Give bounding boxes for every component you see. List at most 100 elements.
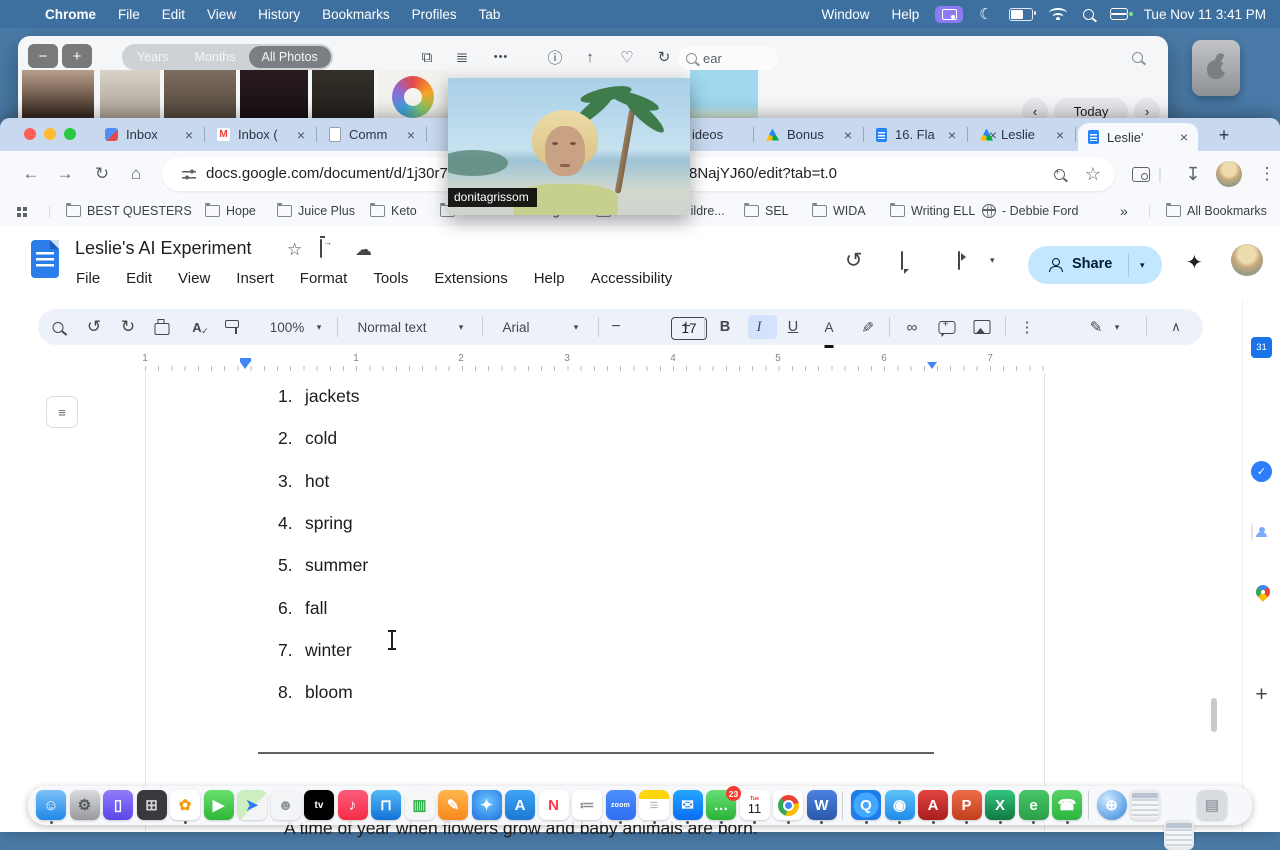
close-tab-icon[interactable]: × — [1056, 127, 1064, 143]
underline-button[interactable]: U — [788, 309, 798, 345]
search-menus-icon[interactable] — [52, 309, 64, 345]
wifi-icon[interactable] — [1048, 7, 1067, 21]
menu-profiles[interactable]: Profiles — [412, 7, 457, 22]
video-call-overlay[interactable]: donitagrissom — [448, 78, 690, 215]
menu-file[interactable]: File — [118, 7, 140, 22]
close-tab-icon[interactable]: × — [407, 127, 415, 143]
dock-whatsapp[interactable]: ☎ — [1052, 790, 1082, 820]
downloads-icon[interactable]: ↧ — [1180, 161, 1206, 187]
menu-bar-clock[interactable]: Tue Nov 11 3:41 PM — [1144, 7, 1266, 22]
docs-logo-icon[interactable] — [31, 240, 59, 278]
dock-excel[interactable]: X — [985, 790, 1015, 820]
browser-tab-comm[interactable]: Comm × — [319, 118, 425, 151]
battery-icon[interactable] — [1008, 7, 1036, 21]
dock-safari[interactable]: ✦ — [471, 790, 502, 820]
chrome-menu-icon[interactable]: ⋮ — [1254, 161, 1280, 187]
calendar-icon[interactable]: 31 — [1251, 337, 1272, 358]
screen-mirroring-icon[interactable] — [935, 5, 964, 23]
dock-pages[interactable]: ✎ — [438, 790, 468, 820]
comments-icon[interactable] — [901, 251, 903, 270]
bookmark-best-questers[interactable]: BEST QUESTERS — [66, 197, 192, 225]
document-tabs-button[interactable]: ≡ — [46, 396, 78, 428]
back-button[interactable]: ← — [18, 161, 44, 187]
dock-trash[interactable]: ▤ — [1197, 790, 1227, 820]
document-title[interactable]: Leslie's AI Experiment — [75, 238, 252, 259]
share-caret-icon[interactable]: ▾ — [1140, 260, 1145, 271]
dock-system-settings[interactable]: ⚙ — [69, 790, 100, 820]
bookmark-juice-plus[interactable]: Juice Plus — [277, 197, 355, 225]
gemini-sparkle-icon[interactable]: ✦ — [1186, 250, 1203, 275]
highlight-color-icon[interactable]: ✎ — [849, 321, 885, 334]
dock-photo-booth[interactable]: ◉ — [884, 790, 915, 820]
photos-segment-all-photos[interactable]: All Photos — [248, 46, 331, 68]
redo-icon[interactable]: ↻ — [121, 309, 135, 345]
photos-share-icon[interactable]: ↑ — [579, 46, 601, 68]
list-item-text[interactable]: winter — [305, 640, 352, 661]
dock-iphone-mirroring[interactable]: ▯ — [103, 790, 133, 820]
browser-tab-bonus[interactable]: Bonus × — [756, 118, 862, 151]
paint-format-icon[interactable] — [225, 309, 239, 345]
close-tab-icon[interactable]: × — [948, 127, 956, 143]
list-item-text[interactable]: cold — [305, 428, 337, 449]
dock-mail[interactable]: ✉ — [672, 790, 703, 820]
insert-link-icon[interactable]: ∞ — [907, 309, 918, 345]
docs-menu-file[interactable]: File — [76, 270, 100, 287]
browser-tab-inbox[interactable]: M Inbox (× — [207, 118, 315, 151]
close-tab-icon[interactable]: × — [844, 127, 852, 143]
photos-favorite-icon[interactable]: ♡ — [616, 46, 638, 68]
bookmark-hope[interactable]: Hope — [205, 197, 256, 225]
print-icon[interactable] — [154, 309, 170, 345]
star-document-icon[interactable]: ☆ — [287, 240, 302, 260]
dock-apple-tv[interactable]: tv — [304, 790, 334, 820]
bookmark-sel[interactable]: SEL — [744, 197, 789, 225]
close-tab-icon[interactable]: × — [1180, 129, 1188, 145]
dock-minimized-window-1[interactable] — [1130, 790, 1160, 820]
docs-menu-extensions[interactable]: Extensions — [434, 270, 507, 287]
photos-segment-years[interactable]: Years — [124, 46, 182, 68]
reload-button[interactable]: ↻ — [89, 161, 115, 187]
add-comment-icon[interactable] — [938, 309, 956, 345]
italic-button[interactable]: I — [757, 309, 762, 345]
share-button[interactable]: Share ▾ — [1028, 246, 1162, 284]
photos-view-options-icon[interactable]: ≣ — [451, 46, 473, 68]
bookmark-keto[interactable]: Keto — [370, 197, 417, 225]
text-color-button[interactable]: A — [824, 309, 834, 348]
dock-reminders[interactable]: ≔ — [572, 790, 602, 820]
menu-history[interactable]: History — [258, 7, 300, 22]
forward-button[interactable]: → — [52, 161, 78, 187]
list-item-text[interactable]: bloom — [305, 682, 353, 703]
decrease-font-size-button[interactable]: − — [611, 309, 620, 345]
increase-font-size-button[interactable]: + — [681, 309, 690, 345]
hide-menus-chevron-icon[interactable]: ∧ — [1171, 309, 1181, 345]
dock-network-globe[interactable]: ⊕ — [1096, 790, 1127, 820]
photos-search-icon[interactable] — [1126, 46, 1148, 68]
browser-tab-inbox[interactable]: Inbox × — [95, 118, 203, 151]
docs-profile-avatar[interactable] — [1231, 244, 1263, 276]
menu-bookmarks[interactable]: Bookmarks — [322, 7, 390, 22]
dock-facetime[interactable]: ▶ — [203, 790, 234, 820]
bookmark-wida[interactable]: WIDA — [812, 197, 866, 225]
dock-powerpoint[interactable]: P — [951, 790, 982, 820]
docs-menu-format[interactable]: Format — [300, 270, 348, 287]
all-bookmarks-folder[interactable]: All Bookmarks — [1166, 197, 1267, 225]
close-tab-icon[interactable]: × — [297, 127, 305, 143]
desktop-apple-tile[interactable] — [1192, 40, 1240, 96]
dock-launchpad[interactable]: ⊞ — [136, 790, 167, 820]
scrollbar-thumb[interactable] — [1211, 698, 1217, 732]
tasks-icon[interactable]: ✓ — [1251, 461, 1272, 482]
get-addons-plus-icon[interactable]: + — [1251, 683, 1272, 706]
dock-news[interactable]: N — [538, 790, 569, 820]
move-to-folder-icon[interactable] — [320, 239, 322, 258]
focus-moon-icon[interactable]: ☾ — [979, 5, 992, 23]
bookmarks-overflow-chevron[interactable]: » — [1120, 197, 1128, 225]
menu-view[interactable]: View — [207, 7, 236, 22]
bookmark-star-icon[interactable]: ☆ — [1080, 161, 1106, 187]
video-call-icon[interactable] — [958, 251, 960, 270]
dock-chrome[interactable] — [773, 790, 803, 820]
spell-check-icon[interactable]: A — [192, 309, 209, 345]
photos-info-icon[interactable]: ⓘ — [544, 46, 566, 68]
photos-zoom-out-button[interactable]: − — [28, 44, 58, 68]
photos-search-field[interactable]: ear — [678, 46, 778, 70]
new-tab-button[interactable]: + — [1212, 123, 1236, 147]
profile-avatar[interactable] — [1216, 161, 1242, 187]
